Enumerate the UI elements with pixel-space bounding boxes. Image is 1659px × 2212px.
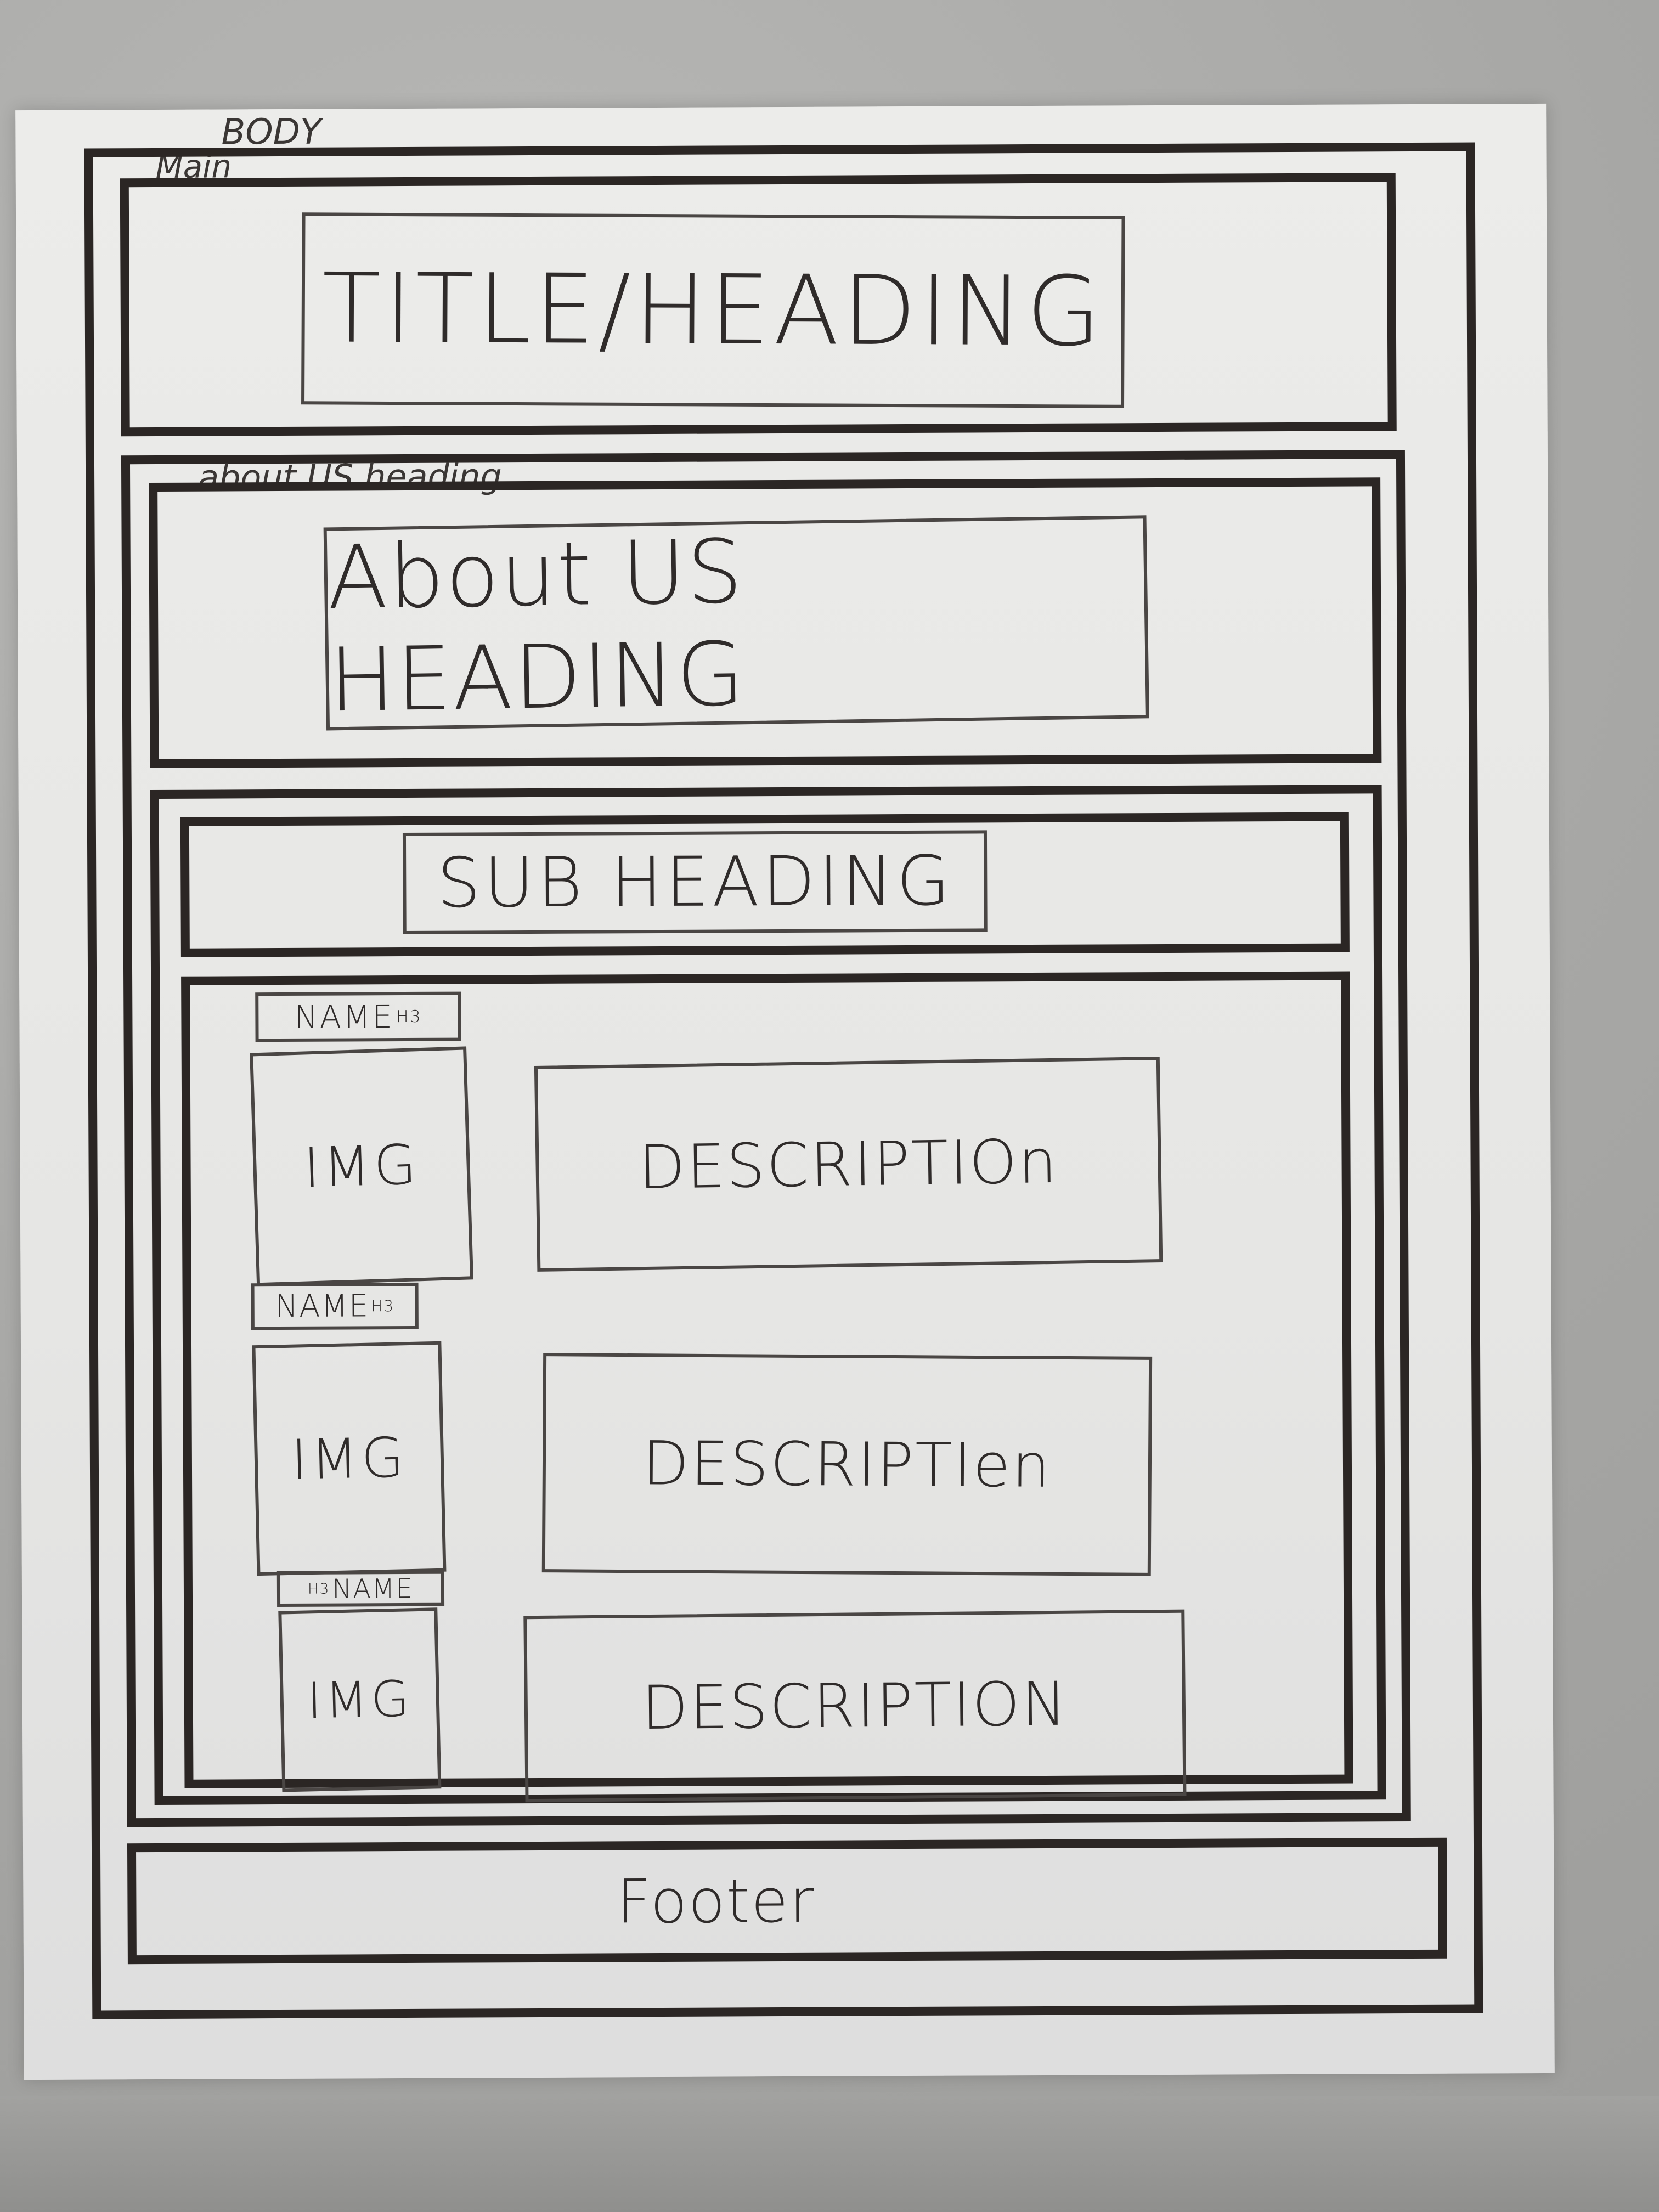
- page-title: TITLE/HEADING: [301, 212, 1125, 408]
- sketch-paper: BODY Main TITLE/HEADING about US heading…: [15, 103, 1555, 2080]
- member-description: DESCRIPTIen: [541, 1353, 1153, 1576]
- h3-tag: H3: [396, 1007, 422, 1026]
- member-description: DESCRIPTIOn: [534, 1057, 1163, 1272]
- member-name: NAME H3: [251, 1282, 419, 1330]
- member-image: IMG: [250, 1046, 473, 1286]
- member-name-text: NAME: [332, 1573, 414, 1605]
- member-name-text: NAME: [294, 998, 394, 1036]
- member-name-text: NAME: [275, 1288, 370, 1325]
- member-image: IMG: [278, 1607, 442, 1792]
- h3-tag: H3: [308, 1581, 330, 1598]
- footer: Footer: [127, 1837, 1447, 1965]
- h3-tag: H3: [371, 1297, 395, 1316]
- member-name: H3 NAME: [276, 1570, 445, 1607]
- sub-heading: SUB HEADING: [402, 830, 988, 935]
- member-description: DESCRIPTION: [523, 1609, 1187, 1803]
- footer-label: Footer: [616, 1865, 816, 1937]
- member-image: IMG: [252, 1341, 447, 1576]
- body-annotation: BODY: [221, 111, 322, 153]
- about-us-heading: About US HEADING: [323, 515, 1149, 731]
- desk-surface: [0, 2096, 1659, 2212]
- member-name: NAME H3: [255, 991, 461, 1042]
